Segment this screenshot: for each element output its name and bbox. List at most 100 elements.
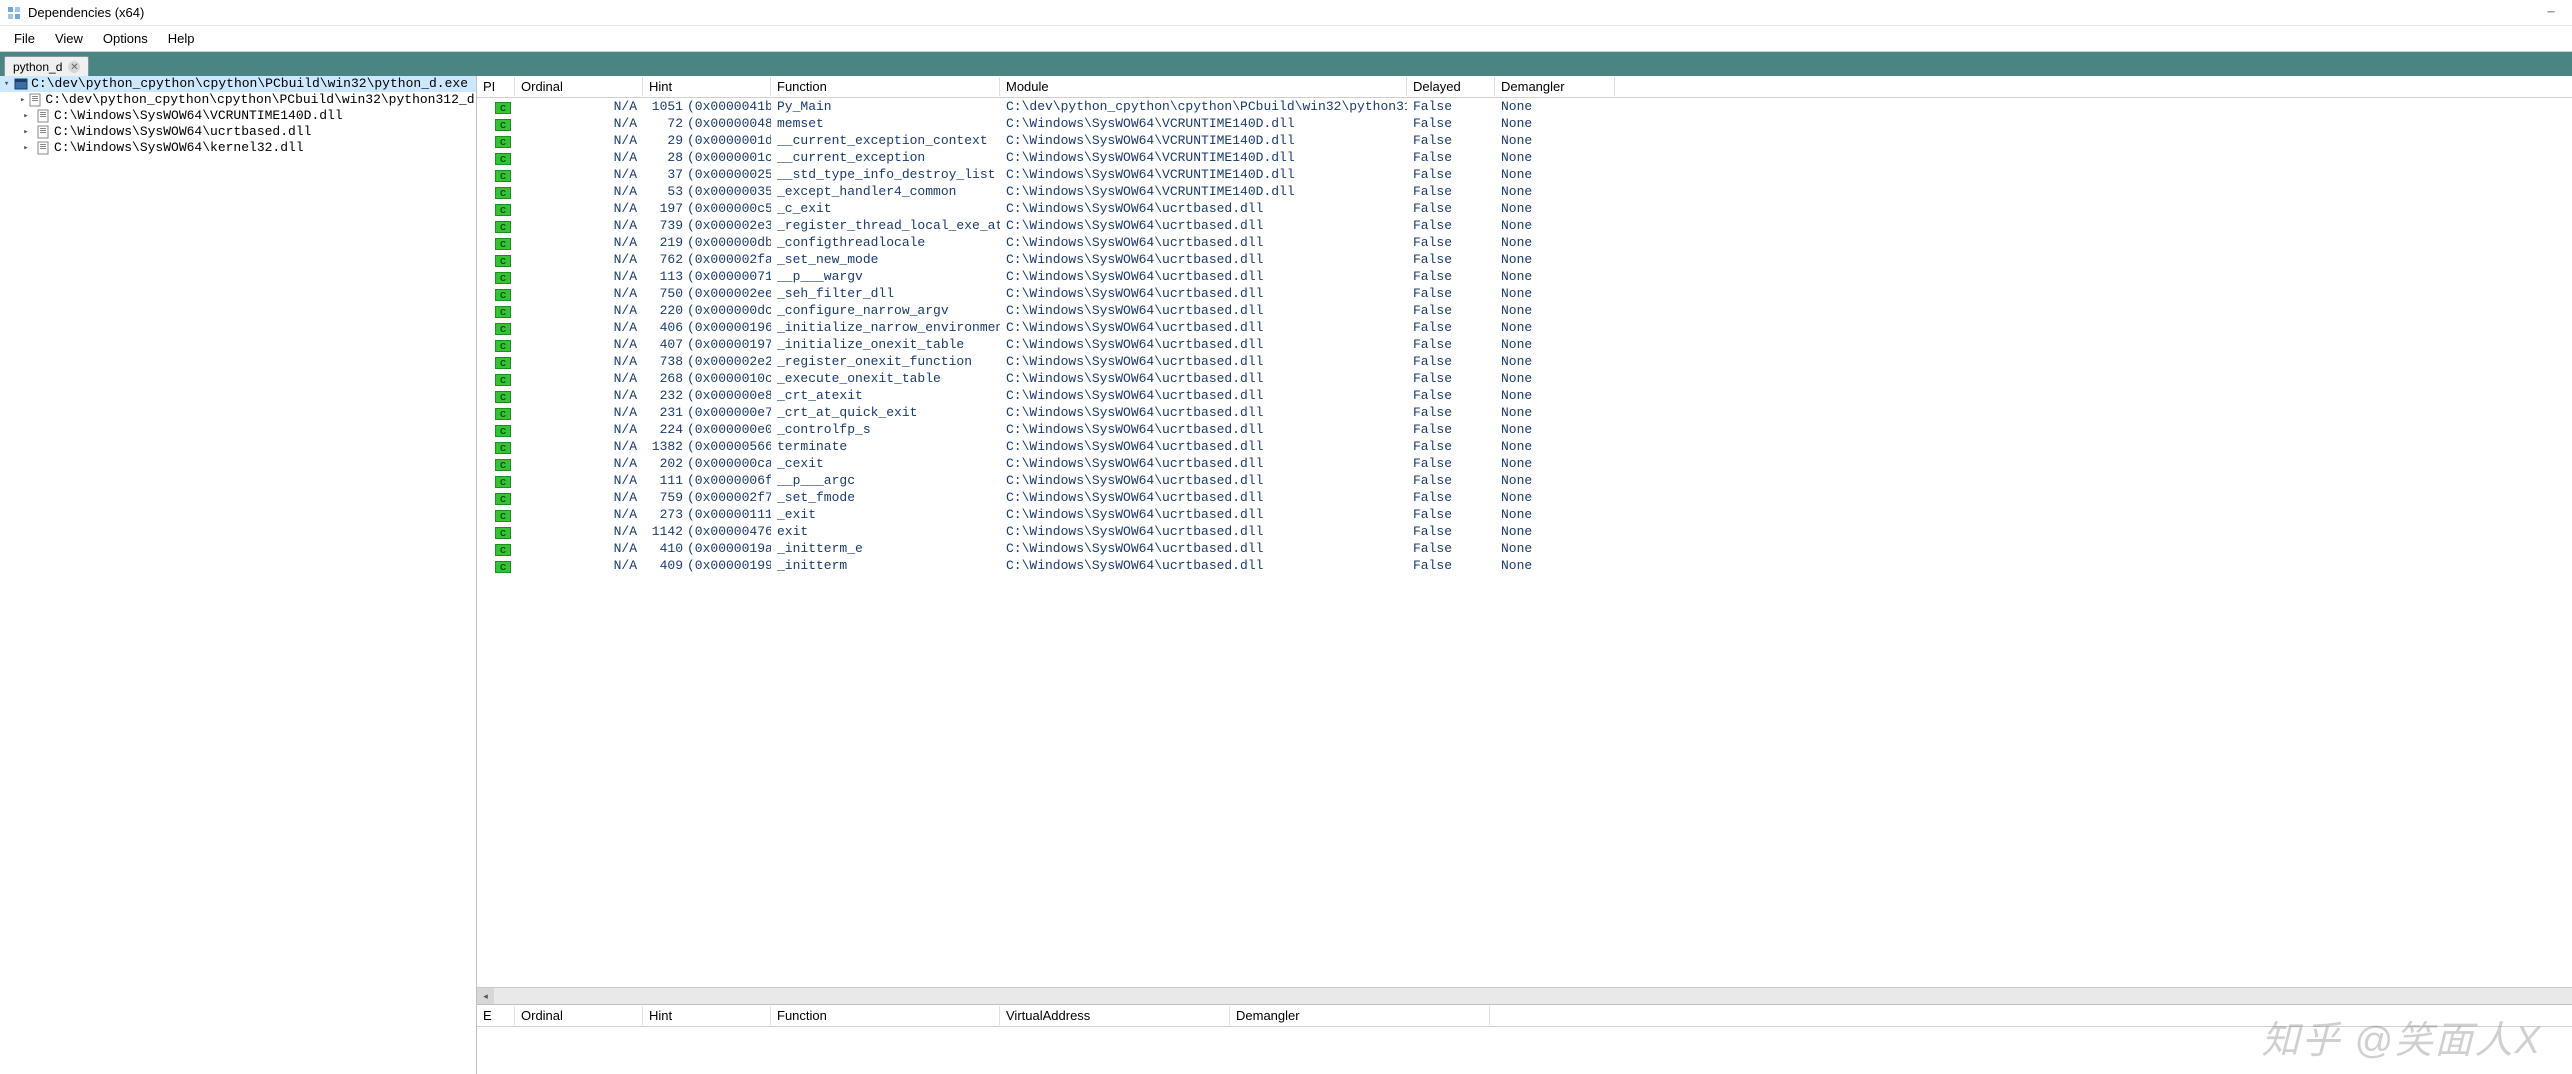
pi-cell: C bbox=[477, 422, 515, 438]
c-badge-icon: C bbox=[495, 527, 511, 539]
module-cell: C:\Windows\SysWOW64\ucrtbased.dll bbox=[1000, 524, 1407, 539]
table-row[interactable]: CN/A738(0x000002e2)_register_onexit_func… bbox=[477, 353, 2572, 370]
pi-cell: C bbox=[477, 184, 515, 200]
c-badge-icon: C bbox=[495, 340, 511, 352]
col-function[interactable]: Function bbox=[771, 77, 1000, 96]
hint-hex-cell: (0x0000041b) bbox=[685, 99, 771, 114]
menu-view[interactable]: View bbox=[45, 28, 93, 49]
hint-num-cell: 224 bbox=[643, 422, 685, 437]
demangler-cell: None bbox=[1495, 371, 1615, 386]
dll-icon bbox=[35, 141, 51, 155]
tree-toggle-icon[interactable]: ▸ bbox=[20, 92, 25, 108]
imports-grid[interactable]: CN/A1051(0x0000041b)Py_MainC:\dev\python… bbox=[477, 98, 2572, 987]
table-row[interactable]: CN/A409(0x00000199)_inittermC:\Windows\S… bbox=[477, 557, 2572, 574]
table-row[interactable]: CN/A202(0x000000ca)_cexitC:\Windows\SysW… bbox=[477, 455, 2572, 472]
imports-hscrollbar[interactable]: ◂ bbox=[477, 987, 2572, 1004]
table-row[interactable]: CN/A406(0x00000196)_initialize_narrow_en… bbox=[477, 319, 2572, 336]
table-row[interactable]: CN/A28(0x0000001c)__current_exceptionC:\… bbox=[477, 149, 2572, 166]
menubar: File View Options Help bbox=[0, 26, 2572, 52]
menu-file[interactable]: File bbox=[4, 28, 45, 49]
menu-options[interactable]: Options bbox=[93, 28, 158, 49]
table-row[interactable]: CN/A220(0x000000dc)_configure_narrow_arg… bbox=[477, 302, 2572, 319]
function-cell: _initterm_e bbox=[771, 541, 1000, 556]
table-row[interactable]: CN/A231(0x000000e7)_crt_at_quick_exitC:\… bbox=[477, 404, 2572, 421]
table-row[interactable]: CN/A750(0x000002ee)_seh_filter_dllC:\Win… bbox=[477, 285, 2572, 302]
table-row[interactable]: CN/A29(0x0000001d)__current_exception_co… bbox=[477, 132, 2572, 149]
table-row[interactable]: CN/A219(0x000000db)_configthreadlocaleC:… bbox=[477, 234, 2572, 251]
table-row[interactable]: CN/A197(0x000000c5)_c_exitC:\Windows\Sys… bbox=[477, 200, 2572, 217]
col-hint[interactable]: Hint bbox=[643, 77, 771, 96]
col-function-exp[interactable]: Function bbox=[771, 1006, 1000, 1025]
delayed-cell: False bbox=[1407, 558, 1495, 573]
table-row[interactable]: CN/A1142(0x00000476)exitC:\Windows\SysWO… bbox=[477, 523, 2572, 540]
tree-toggle-icon[interactable]: ▾ bbox=[2, 76, 11, 92]
col-delayed[interactable]: Delayed bbox=[1407, 77, 1495, 96]
table-row[interactable]: CN/A759(0x000002f7)_set_fmodeC:\Windows\… bbox=[477, 489, 2572, 506]
hint-hex-cell: (0x000000db) bbox=[685, 235, 771, 250]
module-cell: C:\Windows\SysWOW64\VCRUNTIME140D.dll bbox=[1000, 184, 1407, 199]
c-badge-icon: C bbox=[495, 204, 511, 216]
module-cell: C:\Windows\SysWOW64\VCRUNTIME140D.dll bbox=[1000, 167, 1407, 182]
col-demangler-exp[interactable]: Demangler bbox=[1230, 1006, 1490, 1025]
table-row[interactable]: CN/A1051(0x0000041b)Py_MainC:\dev\python… bbox=[477, 98, 2572, 115]
table-row[interactable]: CN/A739(0x000002e3)_register_thread_loca… bbox=[477, 217, 2572, 234]
exports-header[interactable]: E Ordinal Hint Function VirtualAddress D… bbox=[477, 1005, 2572, 1027]
col-module[interactable]: Module bbox=[1000, 77, 1407, 96]
hint-num-cell: 1142 bbox=[643, 524, 685, 539]
hint-num-cell: 1382 bbox=[643, 439, 685, 454]
scroll-left-icon[interactable]: ◂ bbox=[477, 988, 494, 1004]
c-badge-icon: C bbox=[495, 374, 511, 386]
tree-item-label: C:\Windows\SysWOW64\ucrtbased.dll bbox=[54, 124, 311, 140]
menu-help[interactable]: Help bbox=[158, 28, 205, 49]
col-demangler[interactable]: Demangler bbox=[1495, 77, 1615, 96]
close-icon[interactable]: ✕ bbox=[68, 61, 80, 73]
module-cell: C:\Windows\SysWOW64\ucrtbased.dll bbox=[1000, 405, 1407, 420]
imports-header[interactable]: PI Ordinal Hint Function Module Delayed … bbox=[477, 76, 2572, 98]
table-row[interactable]: CN/A273(0x00000111)_exitC:\Windows\SysWO… bbox=[477, 506, 2572, 523]
hint-num-cell: 219 bbox=[643, 235, 685, 250]
tree-item[interactable]: ▸C:\Windows\SysWOW64\VCRUNTIME140D.dll bbox=[0, 108, 476, 124]
tree-toggle-icon[interactable]: ▸ bbox=[20, 124, 32, 140]
tree-item[interactable]: ▸ C:\Windows\SysWOW64\ucrtbased.dll bbox=[0, 124, 476, 140]
tree-item[interactable]: ▾C:\dev\python_cpython\cpython\PCbuild\w… bbox=[0, 76, 476, 92]
col-ordinal-exp[interactable]: Ordinal bbox=[515, 1006, 643, 1025]
table-row[interactable]: CN/A232(0x000000e8)_crt_atexitC:\Windows… bbox=[477, 387, 2572, 404]
col-e[interactable]: E bbox=[477, 1006, 515, 1025]
hint-num-cell: 28 bbox=[643, 150, 685, 165]
hint-hex-cell: (0x00000071) bbox=[685, 269, 771, 284]
table-row[interactable]: CN/A1382(0x00000566)terminateC:\Windows\… bbox=[477, 438, 2572, 455]
table-row[interactable]: CN/A111(0x0000006f)__p___argcC:\Windows\… bbox=[477, 472, 2572, 489]
col-hint-exp[interactable]: Hint bbox=[643, 1006, 771, 1025]
col-virtualaddress[interactable]: VirtualAddress bbox=[1000, 1006, 1230, 1025]
ordinal-cell: N/A bbox=[515, 439, 643, 454]
tree-toggle-icon[interactable]: ▸ bbox=[20, 140, 32, 156]
tree-item[interactable]: ▸C:\Windows\SysWOW64\kernel32.dll bbox=[0, 140, 476, 156]
col-ordinal[interactable]: Ordinal bbox=[515, 77, 643, 96]
hint-hex-cell: (0x0000001d) bbox=[685, 133, 771, 148]
tree-toggle-icon[interactable]: ▸ bbox=[20, 108, 32, 124]
table-row[interactable]: CN/A407(0x00000197)_initialize_onexit_ta… bbox=[477, 336, 2572, 353]
tree-item[interactable]: ▸C:\dev\python_cpython\cpython\PCbuild\w… bbox=[0, 92, 476, 108]
function-cell: _crt_atexit bbox=[771, 388, 1000, 403]
hint-hex-cell: (0x0000001c) bbox=[685, 150, 771, 165]
table-row[interactable]: CN/A762(0x000002fa)_set_new_modeC:\Windo… bbox=[477, 251, 2572, 268]
module-tree[interactable]: ▾C:\dev\python_cpython\cpython\PCbuild\w… bbox=[0, 76, 477, 1074]
table-row[interactable]: CN/A224(0x000000e0)_controlfp_sC:\Window… bbox=[477, 421, 2572, 438]
table-row[interactable]: CN/A53(0x00000035)_except_handler4_commo… bbox=[477, 183, 2572, 200]
demangler-cell: None bbox=[1495, 541, 1615, 556]
c-badge-icon: C bbox=[495, 119, 511, 131]
col-pi[interactable]: PI bbox=[477, 77, 515, 96]
ordinal-cell: N/A bbox=[515, 337, 643, 352]
table-row[interactable]: CN/A410(0x0000019a)_initterm_eC:\Windows… bbox=[477, 540, 2572, 557]
exports-grid[interactable] bbox=[477, 1027, 2572, 1074]
demangler-cell: None bbox=[1495, 439, 1615, 454]
minimize-button[interactable]: ─ bbox=[2536, 1, 2566, 25]
table-row[interactable]: CN/A37(0x00000025)__std_type_info_destro… bbox=[477, 166, 2572, 183]
hint-num-cell: 762 bbox=[643, 252, 685, 267]
table-row[interactable]: CN/A113(0x00000071)__p___wargvC:\Windows… bbox=[477, 268, 2572, 285]
hint-hex-cell: (0x00000111) bbox=[685, 507, 771, 522]
table-row[interactable]: CN/A268(0x0000010c)_execute_onexit_table… bbox=[477, 370, 2572, 387]
hint-num-cell: 111 bbox=[643, 473, 685, 488]
tab-python-d[interactable]: python_d ✕ bbox=[4, 56, 89, 76]
table-row[interactable]: CN/A72(0x00000048)memsetC:\Windows\SysWO… bbox=[477, 115, 2572, 132]
